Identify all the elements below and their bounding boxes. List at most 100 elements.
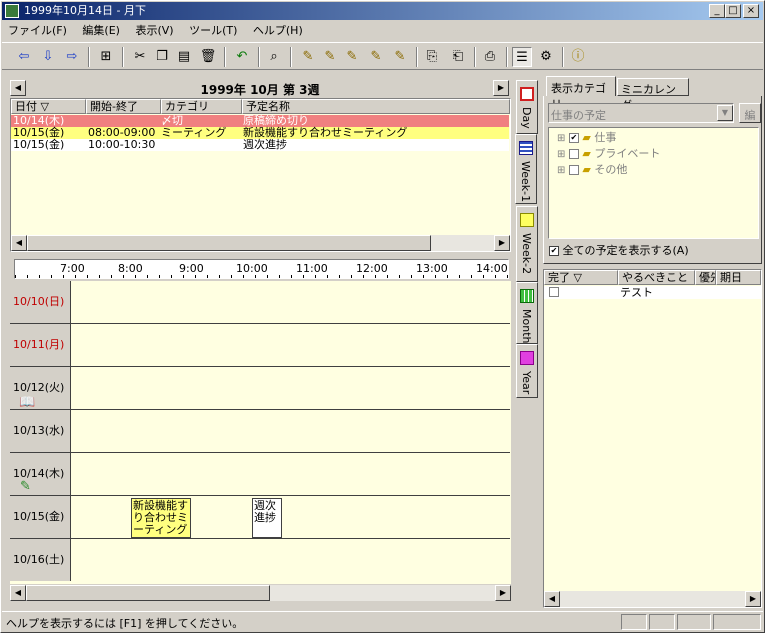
forward-arrow-icon[interactable]: ⇨	[62, 47, 82, 67]
edit-category-button[interactable]: 編	[739, 103, 761, 123]
scroll-thumb[interactable]	[27, 235, 431, 251]
scroll-right-button[interactable]: ▶	[495, 585, 511, 601]
tab-display-category[interactable]: 表示カテゴリ	[546, 76, 616, 111]
status-text: ヘルプを表示するには [F1] を押してください。	[6, 617, 244, 630]
scroll-right-button[interactable]: ▶	[745, 591, 761, 607]
col-time-header[interactable]: 開始-終了	[86, 99, 161, 114]
day-row[interactable]: 10/12(火) 📖	[10, 367, 510, 410]
show-all-option[interactable]: ✔ 全ての予定を表示する(A)	[549, 243, 689, 259]
pencil-icon: ✎	[20, 479, 31, 494]
col-priority-header[interactable]: 優先	[695, 270, 716, 285]
hour-label: 7:00	[60, 262, 85, 275]
col-done-header[interactable]: 完了 ▽	[544, 270, 618, 285]
col-category-header[interactable]: カテゴリ	[161, 99, 242, 114]
back-arrow-icon[interactable]: ⇦	[14, 47, 34, 67]
import-icon[interactable]: ⎗	[448, 47, 468, 67]
menu-file[interactable]: ファイル(F)	[2, 21, 73, 40]
todo-done-checkbox[interactable]	[549, 287, 559, 297]
tab-month[interactable]: Month	[516, 282, 538, 344]
tab-mini-calendar[interactable]: ミニカレンダー	[617, 78, 689, 112]
day-row[interactable]: 10/10(日)	[10, 281, 510, 324]
edit-item-icon[interactable]: ✎	[298, 47, 318, 67]
col-title-header[interactable]: 予定名称	[242, 99, 510, 114]
day-row[interactable]: 10/13(水)	[10, 410, 510, 453]
folder-icon: ▰	[582, 163, 591, 176]
event-block[interactable]: 週次進捗	[252, 498, 282, 538]
list-view-icon[interactable]: ☰	[512, 47, 532, 67]
maximize-button[interactable]: □	[725, 4, 741, 18]
category-checkbox[interactable]	[568, 149, 579, 159]
tree-item-private[interactable]: ⊞ ▰ プライベート	[557, 146, 660, 162]
tab-day-label: Day	[520, 107, 533, 129]
find-icon[interactable]: ⌕	[264, 47, 284, 67]
hour-label: 8:00	[118, 262, 143, 275]
scroll-left-button[interactable]: ◀	[544, 591, 560, 607]
tab-year[interactable]: Year	[516, 344, 538, 398]
tab-week-1[interactable]: Week-1	[515, 134, 537, 204]
category-tree: ⊞ ✔ ▰ 仕事 ⊞ ▰ プライベート ⊞ ▰ その他	[548, 127, 759, 239]
tree-item-label: プライベート	[594, 147, 661, 160]
next-week-button[interactable]: ▶	[493, 80, 509, 96]
edit-item-2-icon[interactable]: ✎	[320, 47, 340, 67]
day-tab-icon	[520, 87, 534, 101]
toolbar-separator	[416, 47, 418, 67]
close-button[interactable]: ×	[743, 4, 759, 18]
tree-item-other[interactable]: ⊞ ▰ その他	[557, 162, 627, 178]
delete-icon[interactable]: 🗑	[198, 47, 218, 67]
tab-week-2[interactable]: Week-2	[516, 206, 538, 282]
scroll-thumb[interactable]	[26, 585, 270, 601]
tab-day[interactable]: Day	[516, 80, 538, 134]
expand-icon[interactable]: ⊞	[557, 165, 565, 176]
edit-item-4-icon[interactable]: ✎	[366, 47, 386, 67]
day-row[interactable]: 10/16(土)	[10, 539, 510, 582]
day-row[interactable]: 10/15(金) 新設機能すり合わせミーティング 週次進捗	[10, 496, 510, 539]
chevron-down-icon[interactable]: ▼	[717, 105, 733, 121]
scroll-right-button[interactable]: ▶	[494, 235, 510, 251]
info-icon[interactable]: ⓘ	[568, 47, 588, 67]
properties-icon[interactable]: ⚙	[536, 47, 556, 67]
col-due-header[interactable]: 期日	[716, 270, 761, 285]
copy-icon[interactable]: ❐	[152, 47, 172, 67]
grid-hscrollbar[interactable]: ◀ ▶	[10, 585, 511, 601]
tree-item-work[interactable]: ⊞ ✔ ▰ 仕事	[557, 130, 616, 146]
menu-tools[interactable]: ツール(T)	[183, 21, 243, 40]
day-row[interactable]: 10/14(木) ✎	[10, 453, 510, 496]
new-item-icon[interactable]: ⊞	[96, 47, 116, 67]
todo-row[interactable]: テスト	[544, 286, 761, 299]
day-label: 10/16(土)	[10, 539, 71, 581]
menu-edit[interactable]: 編集(E)	[76, 21, 126, 40]
todo-hscrollbar[interactable]: ◀ ▶	[544, 591, 761, 607]
print-icon[interactable]: ⎙	[480, 47, 500, 67]
expand-icon[interactable]: ⊞	[557, 133, 565, 144]
show-all-checkbox[interactable]: ✔	[549, 246, 559, 256]
event-block[interactable]: 新設機能すり合わせミーティング	[131, 498, 191, 538]
menu-help[interactable]: ヘルプ(H)	[247, 21, 309, 40]
edit-item-3-icon[interactable]: ✎	[342, 47, 362, 67]
edit-item-5-icon[interactable]: ✎	[390, 47, 410, 67]
menu-view[interactable]: 表示(V)	[129, 21, 179, 40]
list-hscrollbar[interactable]: ◀ ▶	[11, 235, 510, 251]
col-task-header[interactable]: やるべきこと	[618, 270, 695, 285]
expand-icon[interactable]: ⊞	[557, 149, 565, 160]
down-arrow-icon[interactable]: ⇩	[38, 47, 58, 67]
cut-icon[interactable]: ✂	[130, 47, 150, 67]
app-icon	[5, 4, 19, 18]
event-list: 日付 ▽ 開始-終了 カテゴリ 予定名称 10/14(木) 〆切 原稿締め切り …	[10, 98, 511, 252]
window-title: 1999年10月14日 - 月下	[24, 4, 146, 17]
tree-item-label: 仕事	[594, 131, 617, 144]
week-grid: 10/10(日) 10/11(月) 10/12(火) 📖 10/13(水) 10/…	[10, 281, 511, 584]
week1-tab-icon	[519, 141, 533, 155]
scroll-left-button[interactable]: ◀	[10, 585, 26, 601]
paste-icon[interactable]: ▤	[174, 47, 194, 67]
day-row[interactable]: 10/11(月)	[10, 324, 510, 367]
list-row[interactable]: 10/15(金) 10:00-10:30 週次進捗	[11, 139, 509, 151]
category-checkbox[interactable]	[568, 165, 579, 175]
category-combobox[interactable]: 仕事の予定 ▼	[548, 103, 734, 123]
toolbar-separator	[224, 47, 226, 67]
minimize-button[interactable]: _	[709, 4, 725, 18]
category-checkbox[interactable]: ✔	[568, 133, 579, 143]
undo-icon[interactable]: ↶	[232, 47, 252, 67]
col-date-header[interactable]: 日付 ▽	[11, 99, 86, 114]
export-icon[interactable]: ⎘	[422, 47, 442, 67]
scroll-left-button[interactable]: ◀	[11, 235, 27, 251]
